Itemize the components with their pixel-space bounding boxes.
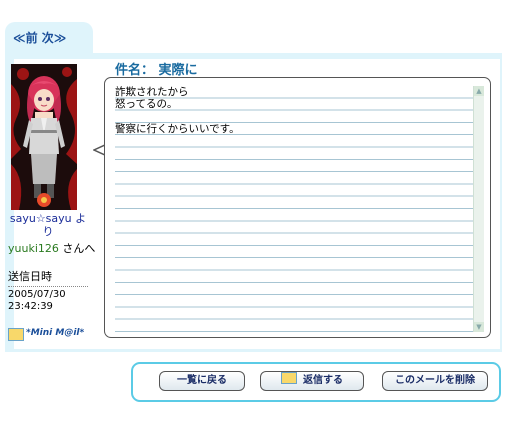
sent-date-label: 送信日時 <box>8 268 88 287</box>
mini-mail-brand: *Mini M@il* <box>8 328 93 342</box>
reply-button[interactable]: 返信する <box>260 371 364 391</box>
scroll-up-icon[interactable]: ▲ <box>474 86 484 96</box>
message-body: 詐欺されたから 怒ってるの。 警察に行くからいいです。 <box>115 86 473 332</box>
delete-mail-button[interactable]: このメールを削除 <box>382 371 488 391</box>
message-line: 詐欺されたから <box>115 86 189 98</box>
delete-mail-label: このメールを削除 <box>395 375 475 386</box>
avatar <box>11 64 77 210</box>
back-to-list-label: 一覧に戻る <box>177 375 227 386</box>
subject-text: 実際に <box>158 63 198 78</box>
subject-line: 件名： 実際に <box>115 59 198 78</box>
mail-icon <box>8 328 24 341</box>
subject-label: 件名： <box>115 63 155 78</box>
message-scrollbar[interactable]: ▲ ▼ <box>473 86 484 332</box>
scroll-down-icon[interactable]: ▼ <box>474 322 484 332</box>
message-line: 怒ってるの。 <box>115 98 178 111</box>
reply-label: 返信する <box>303 375 343 386</box>
recipient: yuuki126 さんへ <box>8 240 98 256</box>
message-line: 警察に行くからいいです。 <box>115 122 240 135</box>
recipient-id[interactable]: yuuki126 <box>8 242 59 255</box>
nav-tab: ≪前 次≫ <box>5 22 93 53</box>
sent-date-day: 2005/07/30 <box>8 289 66 300</box>
sender-name[interactable]: sayu☆sayu より <box>8 212 88 238</box>
message-bubble: 詐欺されたから 怒ってるの。 警察に行くからいいです。 ▲ ▼ <box>104 77 491 338</box>
sent-date: 2005/07/30 23:42:39 <box>8 289 88 313</box>
sent-date-time: 23:42:39 <box>8 301 53 312</box>
action-bar: 一覧に戻る 返信する このメールを削除 <box>131 362 501 402</box>
mail-icon <box>281 372 297 384</box>
recipient-suffix: さんへ <box>58 242 96 255</box>
mini-mail-label: *Mini M@il* <box>26 328 85 338</box>
prev-next-link[interactable]: ≪前 次≫ <box>13 29 66 46</box>
message-line <box>115 111 473 123</box>
back-to-list-button[interactable]: 一覧に戻る <box>159 371 245 391</box>
